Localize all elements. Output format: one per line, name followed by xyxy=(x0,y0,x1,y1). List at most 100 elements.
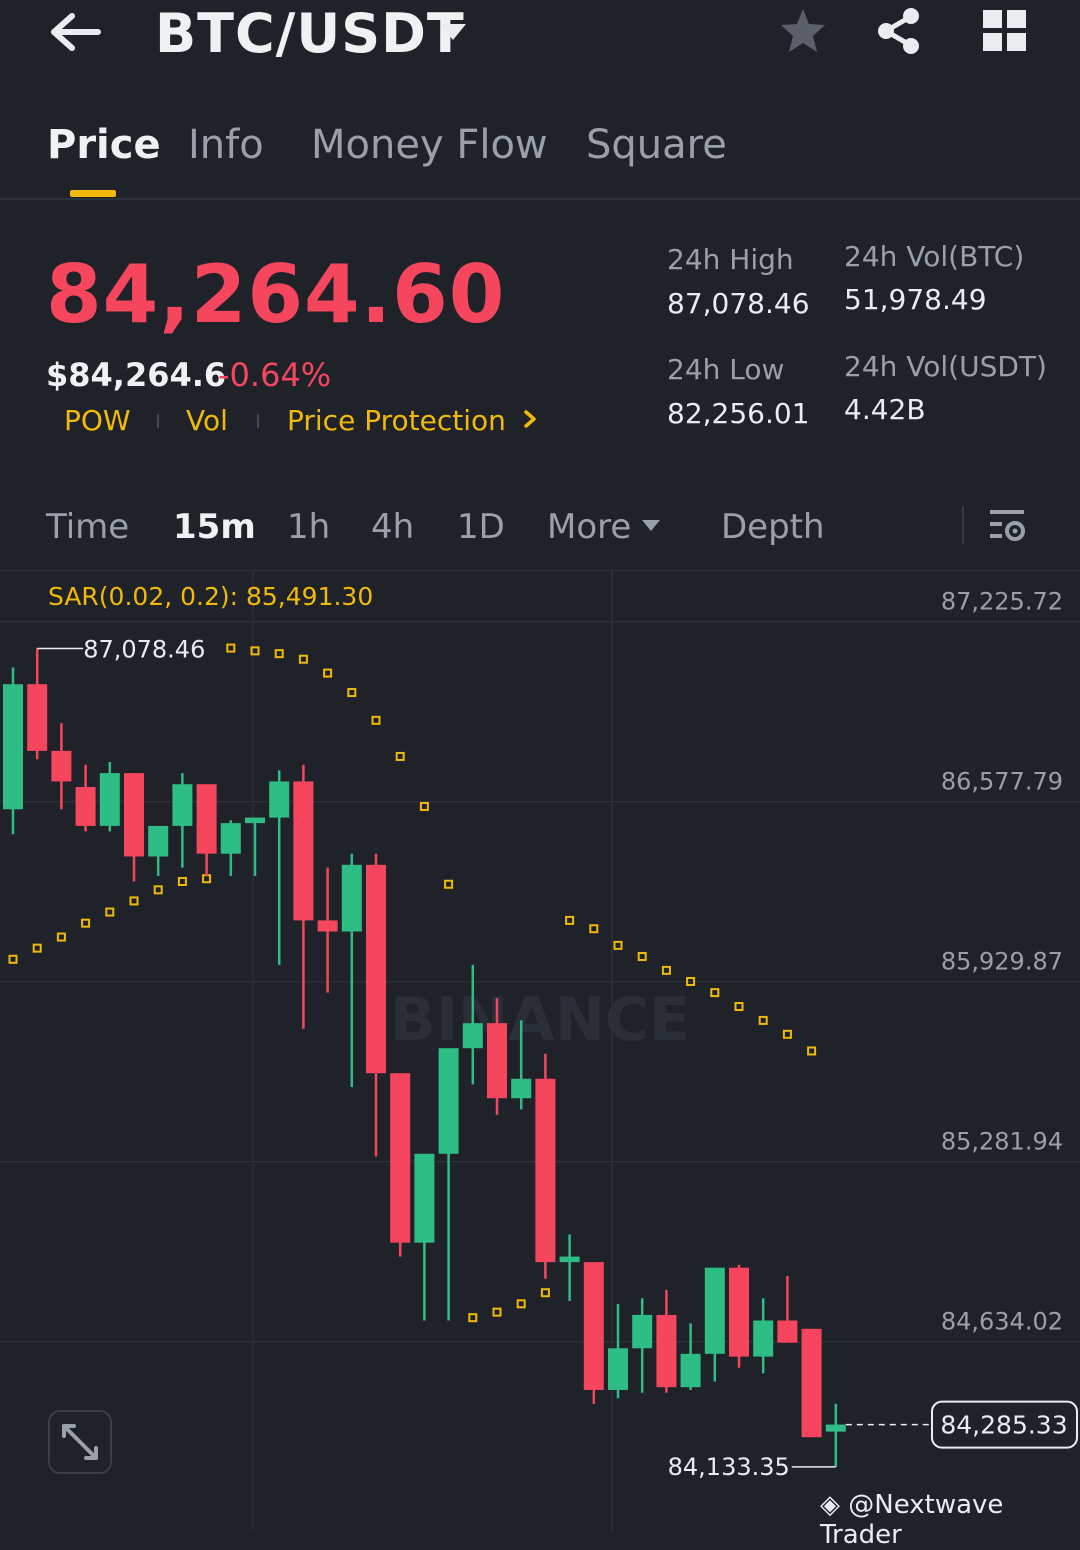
star-icon[interactable] xyxy=(778,6,828,56)
candle xyxy=(801,1328,822,1438)
candle-body xyxy=(583,1262,604,1390)
high-marker-label: 87,078.46 xyxy=(83,636,205,664)
candle-body xyxy=(124,773,144,857)
candle xyxy=(438,1048,459,1321)
candle-body xyxy=(632,1314,653,1349)
candle-body xyxy=(27,684,48,751)
grid-icon[interactable] xyxy=(983,10,1027,52)
tab-info[interactable]: Info xyxy=(188,122,264,168)
sar-dot xyxy=(177,876,187,886)
candle-body xyxy=(269,781,290,818)
interval-more[interactable]: More xyxy=(547,507,631,547)
sar-dot xyxy=(540,1288,550,1298)
chart-settings-icon[interactable] xyxy=(988,506,1028,546)
y-tick-label: 84,634.02 xyxy=(941,1308,1063,1336)
sar-dot xyxy=(734,1002,744,1012)
share-icon[interactable] xyxy=(874,6,924,56)
candle-body xyxy=(656,1314,677,1388)
candle-body xyxy=(487,1023,507,1099)
binance-watermark: BINANCE xyxy=(390,985,690,1055)
tab-square[interactable]: Square xyxy=(586,122,727,168)
candle-body xyxy=(3,684,23,810)
candle-body xyxy=(390,1073,411,1243)
candle xyxy=(172,773,193,868)
interval-15m[interactable]: 15m xyxy=(173,507,256,547)
candle xyxy=(245,817,265,876)
sar-dot xyxy=(298,654,308,664)
sar-dot xyxy=(468,1313,478,1323)
sar-dot xyxy=(589,924,599,934)
stat-vol-btc-value: 51,978.49 xyxy=(844,283,987,316)
candle-body xyxy=(245,817,265,824)
y-tick-label: 85,281.94 xyxy=(941,1128,1063,1156)
tag-separator xyxy=(257,414,259,428)
sar-dot xyxy=(323,668,333,678)
candle xyxy=(729,1264,749,1368)
tag-pow[interactable]: POW xyxy=(64,404,131,437)
stat-low-label: 24h Low xyxy=(667,353,785,386)
stat-high-label: 24h High xyxy=(667,243,794,276)
stat-vol-usdt-label: 24h Vol(USDT) xyxy=(844,350,1047,383)
expand-icon xyxy=(62,1424,98,1460)
stat-high-value: 87,078.46 xyxy=(667,287,810,320)
tab-depth[interactable]: Depth xyxy=(721,507,825,547)
interval-4h[interactable]: 4h xyxy=(371,507,414,547)
tag-price-protection[interactable]: Price Protection xyxy=(287,404,506,437)
candle xyxy=(825,1403,846,1467)
caret-down-icon[interactable] xyxy=(641,518,661,532)
candle-body xyxy=(801,1328,822,1438)
sar-dot xyxy=(807,1046,817,1056)
candle-body xyxy=(317,920,338,932)
y-tick-label: 87,225.72 xyxy=(941,588,1063,616)
divider xyxy=(962,506,964,544)
sar-dot xyxy=(347,688,357,698)
candle-body xyxy=(51,750,72,782)
candle xyxy=(293,764,314,1029)
sar-dot xyxy=(782,1029,792,1039)
candle xyxy=(269,770,290,965)
chevron-right-icon[interactable] xyxy=(522,406,540,432)
candle-body xyxy=(99,773,120,826)
sar-dot xyxy=(129,896,139,906)
sar-dot xyxy=(81,918,91,928)
tab-indicator xyxy=(70,190,116,197)
interval-1h[interactable]: 1h xyxy=(287,507,330,547)
candle-body xyxy=(341,864,362,932)
pair-title[interactable]: BTC/USDT xyxy=(155,2,465,65)
watermark-credit: ◈ @Nextwave Trader xyxy=(820,1490,1004,1550)
candle-body xyxy=(366,864,386,1074)
tab-divider xyxy=(0,198,1080,200)
caret-down-icon[interactable] xyxy=(438,22,468,42)
candle-body xyxy=(462,1023,483,1049)
candle xyxy=(753,1298,774,1374)
tab-money-flow[interactable]: Money Flow xyxy=(311,122,548,168)
candle xyxy=(632,1298,653,1393)
candle xyxy=(148,825,169,876)
candlestick-chart[interactable]: 87,225.72 86,577.79 85,929.87 85,281.94 84,6… xyxy=(0,569,1080,1530)
candle xyxy=(3,667,23,835)
expand-chart-button[interactable] xyxy=(48,1410,112,1474)
y-tick-label: 85,929.87 xyxy=(941,948,1063,976)
sar-dot xyxy=(444,879,454,889)
price-change: -0.64% xyxy=(218,356,332,394)
sar-dot xyxy=(56,932,66,942)
stat-vol-usdt-value: 4.42B xyxy=(844,393,926,426)
sar-dot xyxy=(492,1307,502,1317)
interval-time[interactable]: Time xyxy=(46,507,129,547)
candle xyxy=(414,1153,435,1321)
sar-dot xyxy=(565,915,575,925)
sar-dot xyxy=(8,954,18,964)
candle-body xyxy=(777,1320,798,1343)
candle xyxy=(317,867,338,993)
sar-dot xyxy=(153,885,163,895)
sar-dot xyxy=(202,874,212,884)
sar-dot xyxy=(758,1015,768,1025)
candle-body xyxy=(75,787,96,826)
candle xyxy=(366,853,386,1157)
tag-vol[interactable]: Vol xyxy=(186,404,228,437)
interval-1d[interactable]: 1D xyxy=(457,507,505,547)
usd-price: $84,264.6 xyxy=(46,356,227,394)
tab-price[interactable]: Price xyxy=(47,122,161,168)
candle xyxy=(583,1262,604,1404)
back-arrow-icon[interactable] xyxy=(48,8,104,56)
